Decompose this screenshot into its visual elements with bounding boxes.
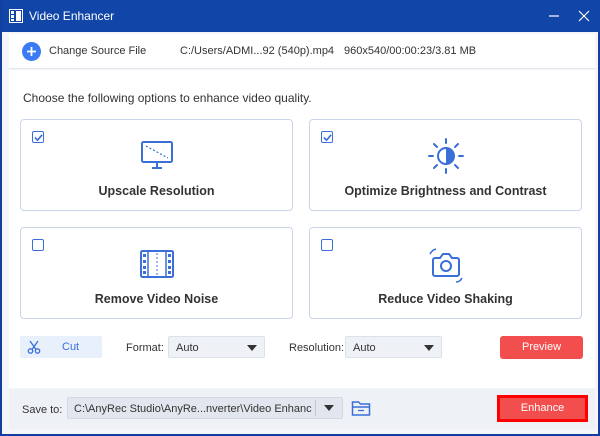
reduce-video-shaking-option[interactable]: Reduce Video Shaking <box>309 227 582 319</box>
folder-icon[interactable] <box>351 399 371 417</box>
brightness-icon <box>427 138 464 174</box>
resolution-value: Auto <box>353 342 376 354</box>
save-path-select[interactable]: C:\AnyRec Studio\AnyRe...nverter\Video E… <box>67 397 343 419</box>
save-to-label: Save to: <box>22 404 63 416</box>
optimize-brightness-checkbox[interactable] <box>321 131 333 143</box>
title-bar: Video Enhancer <box>2 0 600 32</box>
minimize-button[interactable] <box>544 6 564 26</box>
reduce-video-shaking-label: Reduce Video Shaking <box>378 292 513 306</box>
checkmark-icon <box>33 133 43 141</box>
upscale-resolution-label: Upscale Resolution <box>98 184 215 198</box>
window-title: Video Enhancer <box>29 9 115 23</box>
monitor-icon <box>140 141 173 169</box>
stabilize-camera-icon <box>428 248 463 283</box>
close-button[interactable] <box>574 6 594 26</box>
format-select[interactable]: Auto <box>168 336 265 358</box>
reduce-video-shaking-checkbox[interactable] <box>321 239 333 251</box>
enhance-options-panel: Choose the following options to enhance … <box>9 70 595 388</box>
resolution-label: Resolution: <box>289 342 345 354</box>
checkmark-icon <box>322 133 332 141</box>
optimize-brightness-label: Optimize Brightness and Contrast <box>344 184 547 198</box>
minimize-icon <box>549 15 559 17</box>
film-strip-icon <box>139 250 174 278</box>
remove-video-noise-label: Remove Video Noise <box>94 292 219 306</box>
save-bar: Save to: C:\AnyRec Studio\AnyRe...nverte… <box>9 389 595 429</box>
chevron-down-icon[interactable] <box>324 405 334 411</box>
source-file-path: C:/Users/ADMI...92 (540p).mp4 <box>180 45 335 57</box>
film-grid-icon <box>9 9 23 23</box>
upscale-resolution-checkbox[interactable] <box>32 131 44 143</box>
preview-button[interactable]: Preview <box>500 336 583 359</box>
close-icon <box>578 10 590 22</box>
remove-video-noise-checkbox[interactable] <box>32 239 44 251</box>
video-enhancer-window: Video Enhancer Change Source File C:/Use… <box>0 0 600 436</box>
instruction-text: Choose the following options to enhance … <box>23 91 312 105</box>
chevron-down-icon <box>424 345 434 351</box>
optimize-brightness-option[interactable]: Optimize Brightness and Contrast <box>309 119 582 211</box>
cut-label: Cut <box>62 341 80 353</box>
change-source-file-link[interactable]: Change Source File <box>49 45 146 57</box>
source-file-info: 960x540/00:00:23/3.81 MB <box>344 45 477 57</box>
format-label: Format: <box>126 342 164 354</box>
cut-button[interactable]: Cut <box>20 336 102 358</box>
upscale-resolution-option[interactable]: Upscale Resolution <box>20 119 293 211</box>
save-path-value: C:\AnyRec Studio\AnyRe...nverter\Video E… <box>74 403 312 415</box>
chevron-down-icon <box>247 345 257 351</box>
source-file-bar: Change Source File C:/Users/ADMI...92 (5… <box>9 34 595 69</box>
remove-video-noise-option[interactable]: Remove Video Noise <box>20 227 293 319</box>
enhance-button[interactable]: Enhance <box>497 395 588 422</box>
resolution-select[interactable]: Auto <box>345 336 442 358</box>
add-source-icon[interactable] <box>22 42 41 61</box>
scissors-icon <box>27 340 41 354</box>
divider <box>315 400 316 416</box>
format-value: Auto <box>176 342 199 354</box>
